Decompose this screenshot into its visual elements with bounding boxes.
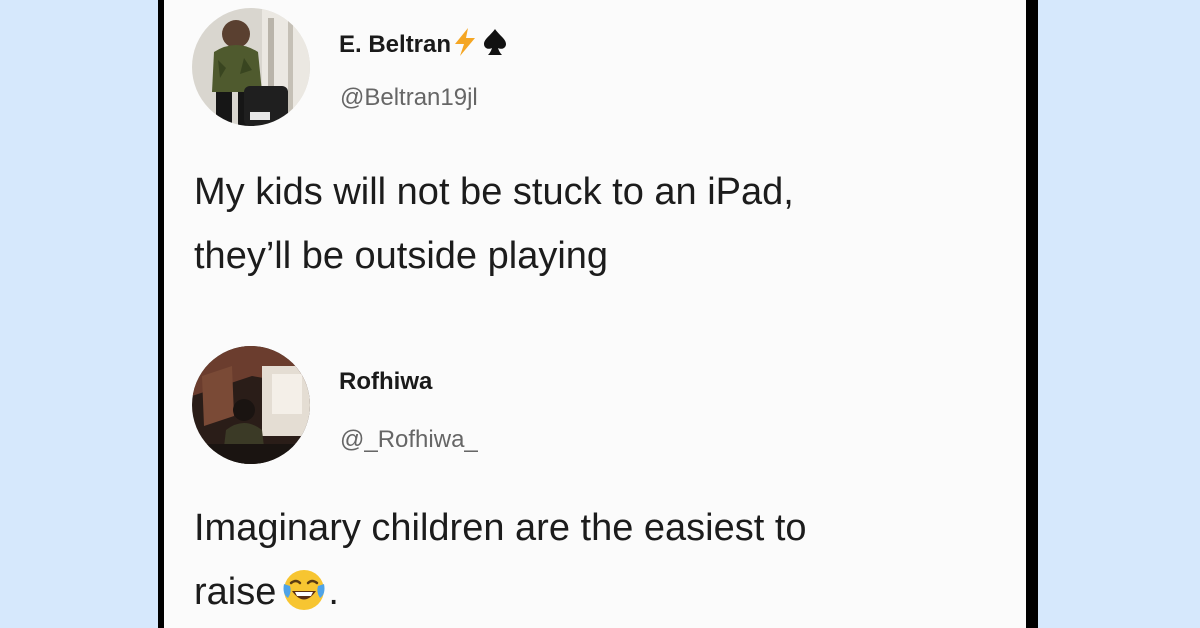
tweet-body: Imaginary children are the easiest to ra… [194,496,1014,628]
avatar-photo-icon [192,8,310,126]
display-name-text: Rofhiwa [339,368,433,395]
tweet-body-line: My kids will not be stuck to an iPad, [194,171,794,213]
avatar-photo-icon [192,346,310,464]
avatar-beltran[interactable] [192,8,310,126]
avatar-rofhiwa[interactable] [192,346,310,464]
display-name[interactable]: Rofhiwa [339,368,432,396]
tweet-body-line: Imaginary children are the easiest to [194,507,807,549]
tweet-body-line: they’ll be outside playing [194,235,609,277]
username-handle[interactable]: @_Rofhiwa_ [340,426,478,454]
tears-of-joy-emoji-icon [282,568,326,628]
tweet-body-line-last: raise . [194,560,1014,628]
tweet-body: My kids will not be stuck to an iPad, th… [194,160,1014,288]
tweet-body-line: raise [194,571,277,613]
display-name-text: E. Beltran [339,30,452,58]
screenshot-card: E. Beltran @Beltran19jl My kids will not… [164,0,1026,628]
display-name[interactable]: E. Beltran [339,28,507,61]
tweet-body-trailing: . [328,571,339,613]
lightning-icon [453,28,477,61]
username-handle[interactable]: @Beltran19jl [340,84,478,112]
spade-icon [483,29,507,60]
